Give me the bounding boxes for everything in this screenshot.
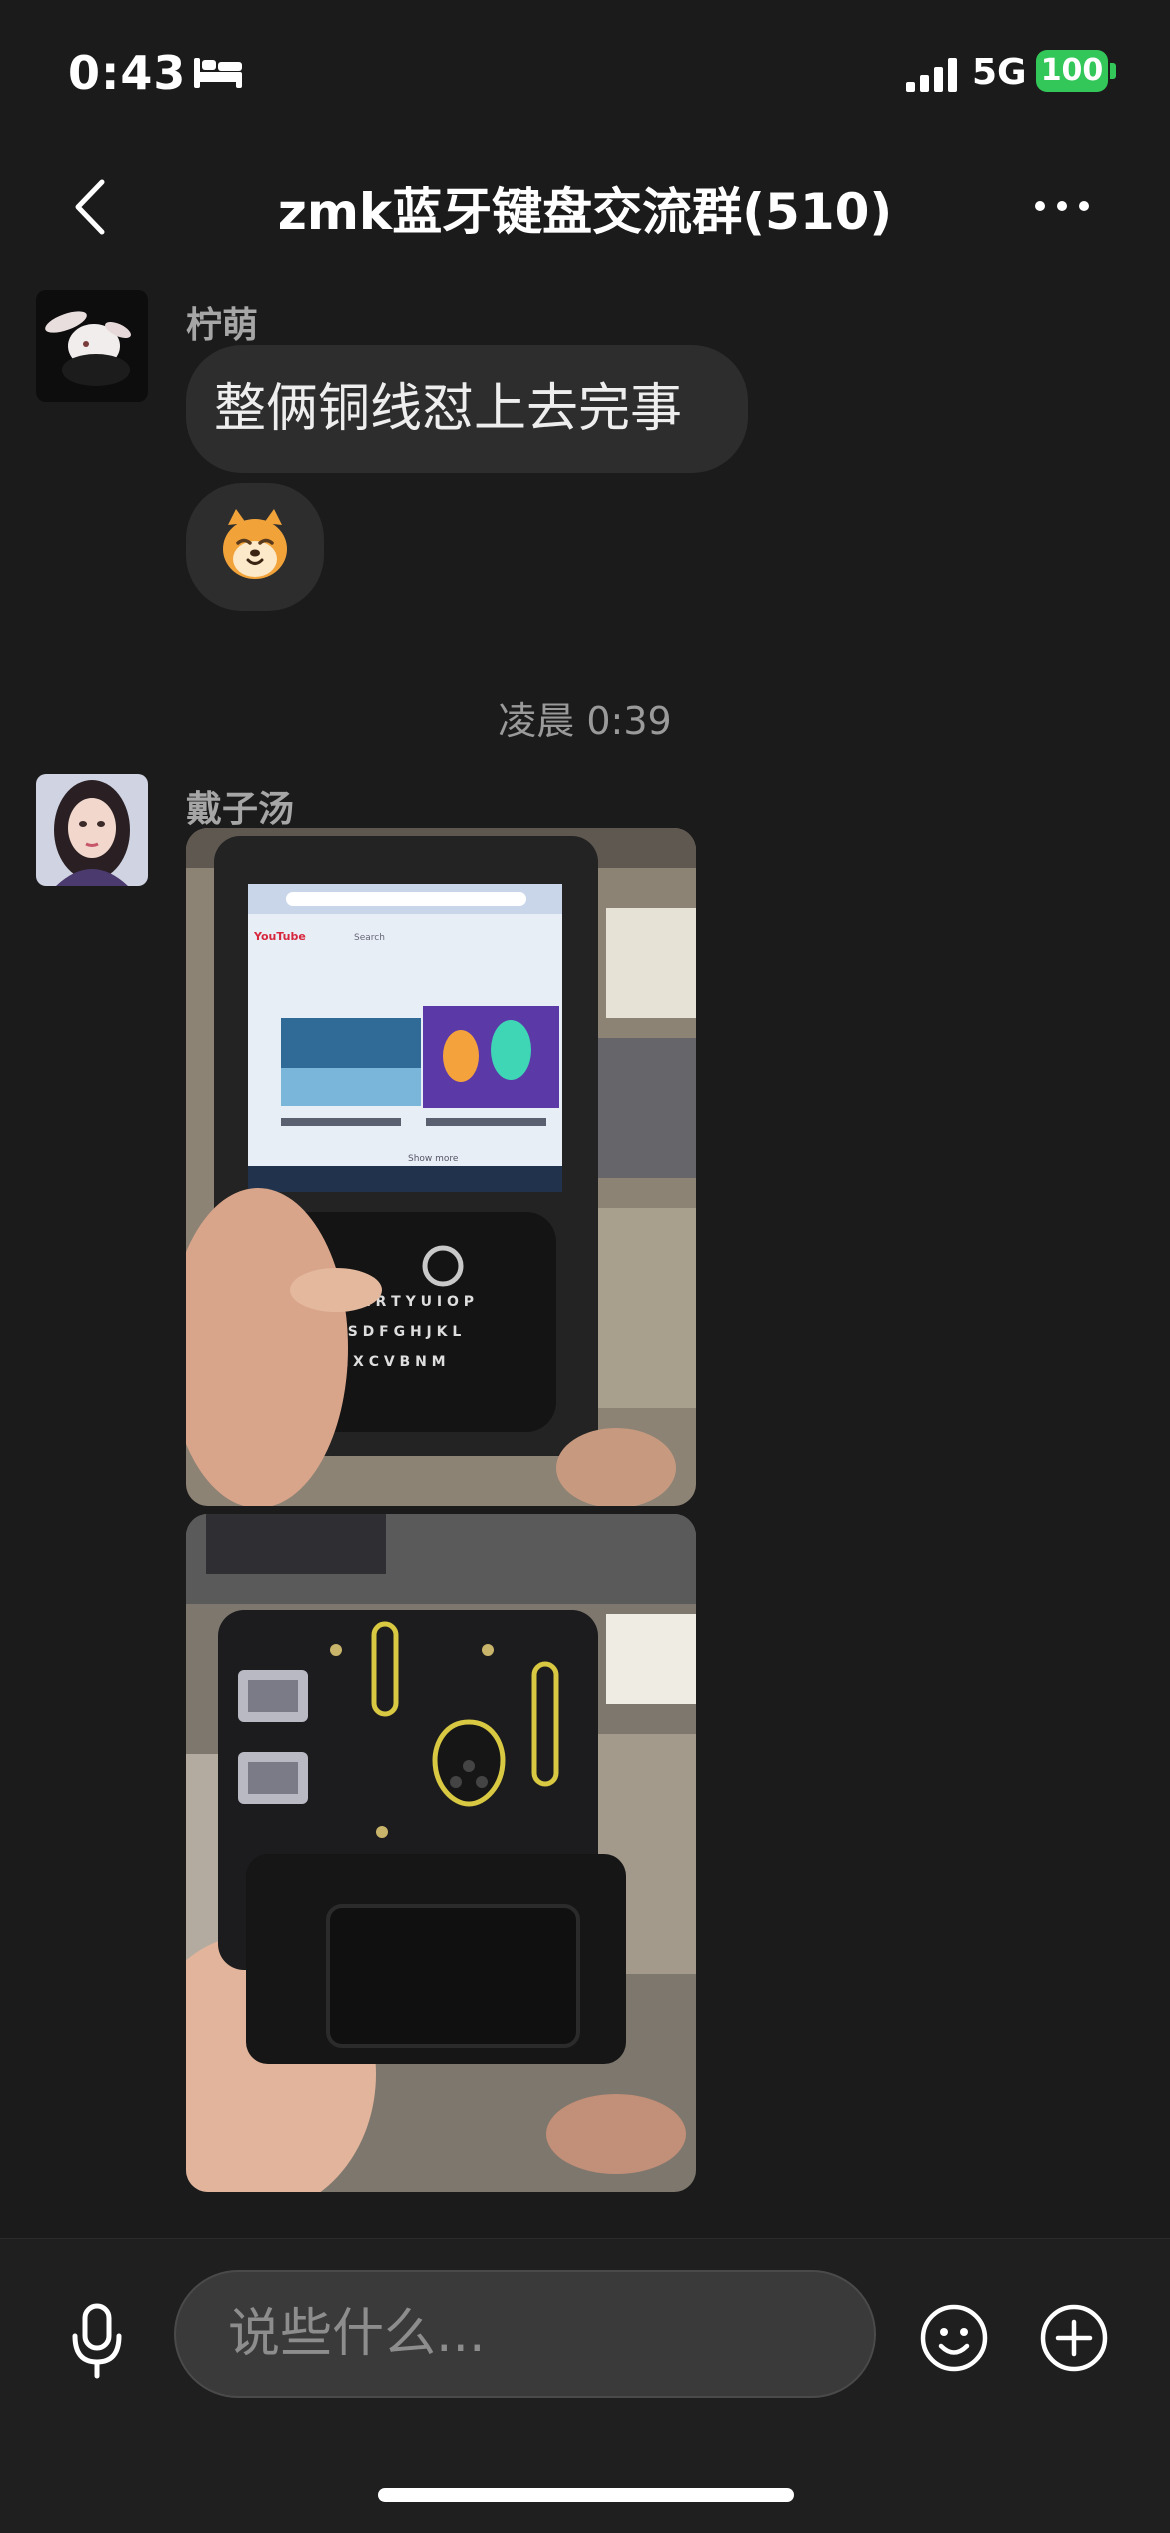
avatar-user2[interactable] xyxy=(36,774,148,886)
sender-name: 戴子汤 xyxy=(186,789,295,830)
svg-text:Z X C V B N M: Z X C V B N M xyxy=(338,1354,446,1370)
battery-icon: 100 xyxy=(1036,50,1116,92)
add-attachment-button[interactable] xyxy=(1038,2302,1110,2374)
emoji-button[interactable] xyxy=(918,2302,990,2374)
more-options-button[interactable] xyxy=(1030,186,1094,226)
home-indicator[interactable] xyxy=(378,2488,794,2502)
photo-device-back[interactable] xyxy=(186,1514,696,2192)
search-field: Search xyxy=(354,933,385,943)
sender-name: 柠萌 xyxy=(186,305,259,346)
back-button[interactable] xyxy=(60,172,116,242)
status-time: 0:43 xyxy=(68,46,187,100)
dog-sticker-icon xyxy=(223,509,287,579)
sticker-bubble[interactable] xyxy=(186,483,324,611)
group-title: zmk蓝牙键盘交流群(510) xyxy=(277,183,893,241)
svg-text:A S D F G H J K L: A S D F G H J K L xyxy=(332,1324,461,1340)
avatar-rabbit-photo xyxy=(36,290,148,402)
battery-level: 100 xyxy=(1040,53,1104,88)
sleep-focus-icon xyxy=(194,58,242,88)
device-front-image: YouTube Search Show more Q W E R T Y U I… xyxy=(186,828,696,1506)
device-back-image xyxy=(186,1514,696,2192)
cellular-signal-icon xyxy=(906,58,957,92)
show-more-link: Show more xyxy=(408,1154,459,1164)
message-input[interactable]: 说些什么... xyxy=(174,2270,876,2398)
photo-device-front[interactable]: YouTube Search Show more Q W E R T Y U I… xyxy=(186,828,696,1506)
avatar-girl-photo xyxy=(36,774,148,886)
avatar-user1[interactable] xyxy=(36,290,148,402)
message-bubble[interactable]: 整俩铜线怼上去完事 xyxy=(186,345,748,473)
network-type: 5G xyxy=(972,52,1027,93)
microphone-button[interactable] xyxy=(64,2300,130,2380)
youtube-brand: YouTube xyxy=(253,930,306,943)
message-timestamp: 凌晨 0:39 xyxy=(498,699,672,743)
